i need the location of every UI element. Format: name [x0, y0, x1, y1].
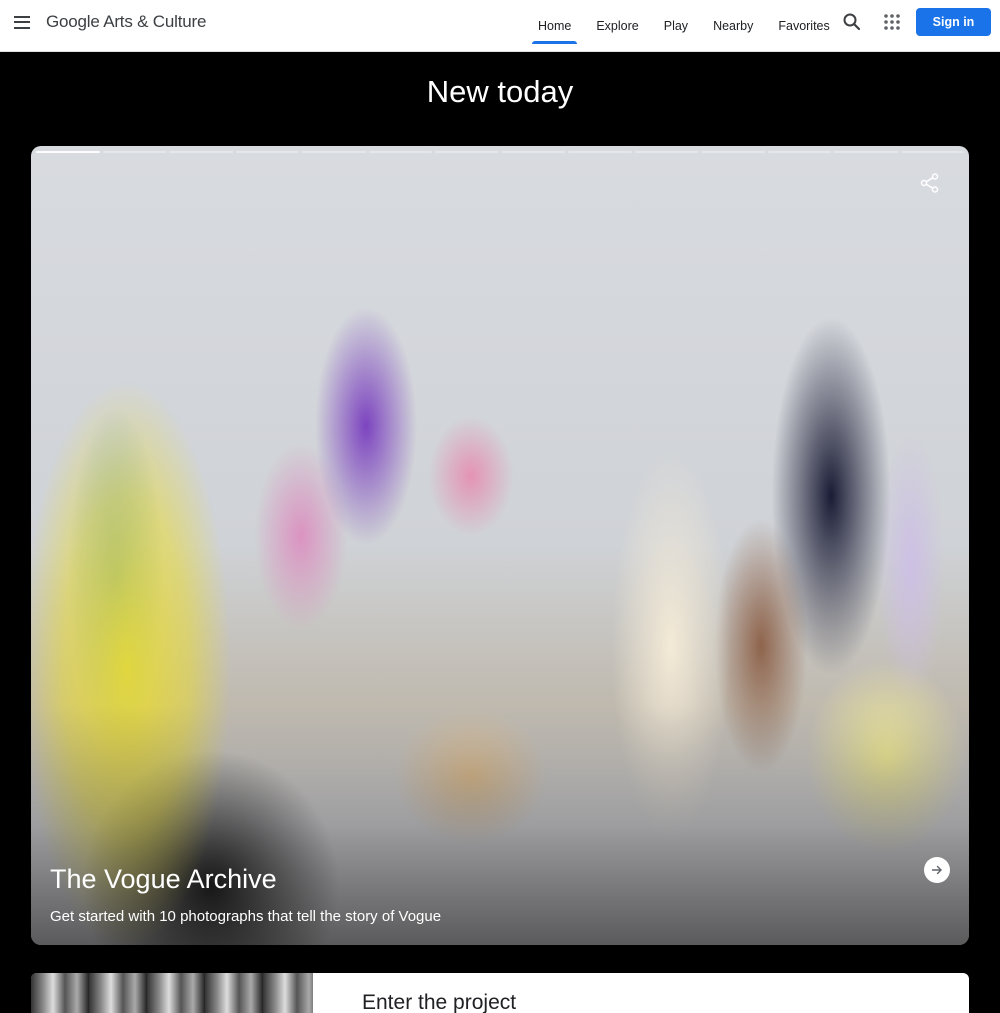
share-icon[interactable] — [919, 172, 941, 194]
story-progress-segment[interactable] — [568, 151, 632, 153]
nav-item-favorites[interactable]: Favorites — [770, 8, 837, 44]
search-icon[interactable] — [838, 8, 866, 36]
story-progress-segment[interactable] — [36, 151, 100, 153]
story-progress-segment[interactable] — [767, 151, 831, 153]
nav-item-explore[interactable]: Explore — [588, 8, 646, 44]
nav-item-play[interactable]: Play — [656, 8, 696, 44]
story-progress-bar — [36, 151, 964, 154]
story-progress-segment[interactable] — [435, 151, 499, 153]
story-progress-segment[interactable] — [900, 151, 964, 153]
story-title[interactable]: The Vogue Archive — [50, 864, 277, 895]
section-title: New today — [426, 74, 574, 109]
site-logo[interactable]: Google Arts & Culture — [46, 12, 206, 32]
story-progress-segment[interactable] — [368, 151, 432, 153]
top-app-bar: Google Arts & Culture Home Explore Play … — [0, 0, 1000, 52]
next-story-title[interactable]: Enter the project — [362, 991, 516, 1013]
story-progress-segment[interactable] — [634, 151, 698, 153]
hamburger-menu-icon[interactable] — [9, 9, 35, 35]
nav-item-home[interactable]: Home — [530, 8, 579, 44]
story-subtitle: Get started with 10 photographs that tel… — [50, 908, 442, 925]
story-progress-segment[interactable] — [501, 151, 565, 153]
main-nav: Home Explore Play Nearby Favorites — [530, 0, 847, 52]
story-progress-segment[interactable] — [235, 151, 299, 153]
next-story-card[interactable]: Enter the project — [31, 973, 969, 1013]
story-progress-segment[interactable] — [834, 151, 898, 153]
story-progress-segment[interactable] — [701, 151, 765, 153]
nav-item-nearby[interactable]: Nearby — [705, 8, 761, 44]
story-progress-segment[interactable] — [169, 151, 233, 153]
arrow-right-icon[interactable] — [924, 857, 950, 883]
next-story-thumbnail[interactable] — [31, 973, 313, 1013]
story-progress-segment[interactable] — [102, 151, 166, 153]
story-card[interactable]: The Vogue Archive Get started with 10 ph… — [31, 146, 969, 945]
sign-in-button[interactable]: Sign in — [916, 8, 991, 36]
apps-grid-icon[interactable] — [878, 8, 906, 36]
story-progress-segment[interactable] — [302, 151, 366, 153]
